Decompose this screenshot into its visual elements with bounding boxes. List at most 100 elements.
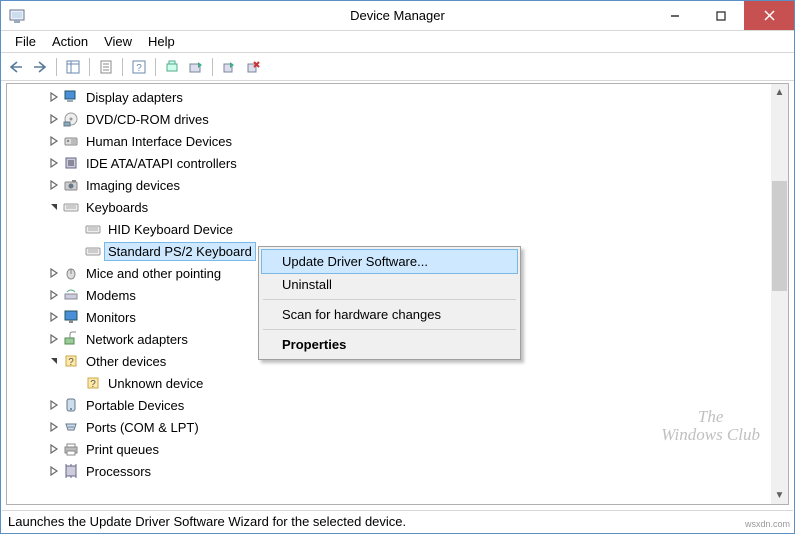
source-tag: wsxdn.com [745,519,790,529]
tree-item-label: DVD/CD-ROM drives [83,111,212,128]
toolbar: ? [1,53,794,81]
app-icon [9,8,25,24]
window: Device Manager File Action View Help ? D… [0,0,795,534]
disc-icon [63,111,79,127]
expander-icon[interactable] [47,398,61,412]
svg-text:?: ? [136,63,142,74]
status-text: Launches the Update Driver Software Wiza… [8,514,406,529]
vertical-scrollbar[interactable]: ▲ ▼ [771,84,788,504]
cpu-icon [63,463,79,479]
toolbar-separator [56,58,57,76]
back-button[interactable] [5,56,27,78]
ctx-scan-hardware[interactable]: Scan for hardware changes [262,303,517,326]
statusbar: Launches the Update Driver Software Wiza… [2,510,793,532]
expander-icon[interactable] [47,288,61,302]
monitor-icon [63,309,79,325]
tree-item-label: Modems [83,287,139,304]
expander-icon[interactable] [47,266,61,280]
tree-item-display-adapters[interactable]: Display adapters [7,86,771,108]
tree-item-kb-hid[interactable]: HID Keyboard Device [7,218,771,240]
tree-item-label: Unknown device [105,375,206,392]
window-controls [652,1,794,30]
tree-item-label: IDE ATA/ATAPI controllers [83,155,240,172]
mouse-icon [63,265,79,281]
show-hide-tree-button[interactable] [62,56,84,78]
printer-icon [63,441,79,457]
tree-item-label: Human Interface Devices [83,133,235,150]
tree-item-ide[interactable]: IDE ATA/ATAPI controllers [7,152,771,174]
close-button[interactable] [744,1,794,30]
expander-icon[interactable] [47,178,61,192]
chip-icon [63,155,79,171]
forward-button[interactable] [29,56,51,78]
tree-item-label: Network adapters [83,331,191,348]
tree-item-dvd-cd[interactable]: DVD/CD-ROM drives [7,108,771,130]
toolbar-separator [89,58,90,76]
tree-item-label: Imaging devices [83,177,183,194]
menu-action[interactable]: Action [44,32,96,51]
tree-item-processors[interactable]: Processors [7,460,771,482]
ctx-separator [263,299,516,300]
expander-none [69,244,83,258]
tree-item-label: Monitors [83,309,139,326]
maximize-button[interactable] [698,1,744,30]
camera-icon [63,177,79,193]
expander-icon[interactable] [47,332,61,346]
scroll-down-button[interactable]: ▼ [771,487,788,504]
ctx-uninstall[interactable]: Uninstall [262,273,517,296]
expander-none [69,222,83,236]
expander-icon[interactable] [47,310,61,324]
tree-item-label: Mice and other pointing [83,265,224,282]
tree-item-keyboards[interactable]: Keyboards [7,196,771,218]
expander-icon[interactable] [47,420,61,434]
ctx-properties[interactable]: Properties [262,333,517,356]
tree-item-unknown[interactable]: ?Unknown device [7,372,771,394]
tree-item-label: Processors [83,463,154,480]
enable-button[interactable] [218,56,240,78]
menubar: File Action View Help [1,31,794,53]
ctx-update-driver[interactable]: Update Driver Software... [262,250,517,273]
minimize-button[interactable] [652,1,698,30]
toolbar-separator [212,58,213,76]
tree-item-label: HID Keyboard Device [105,221,236,238]
port-icon [63,419,79,435]
expander-icon[interactable] [47,442,61,456]
toolbar-separator [122,58,123,76]
expander-icon[interactable] [47,134,61,148]
scan-hardware-button[interactable] [161,56,183,78]
update-driver-button[interactable] [185,56,207,78]
tree-item-ports[interactable]: Ports (COM & LPT) [7,416,771,438]
other-icon: ? [63,353,79,369]
uninstall-button[interactable] [242,56,264,78]
expander-icon[interactable] [47,112,61,126]
hid-icon [63,133,79,149]
context-menu: Update Driver Software... Uninstall Scan… [258,246,521,360]
tree-item-portable[interactable]: Portable Devices [7,394,771,416]
expander-icon[interactable] [47,464,61,478]
pc-icon [63,89,79,105]
keyboard-icon [85,221,101,237]
expander-icon[interactable] [47,90,61,104]
menu-help[interactable]: Help [140,32,183,51]
expander-none [69,376,83,390]
menu-file[interactable]: File [7,32,44,51]
tree-item-hid[interactable]: Human Interface Devices [7,130,771,152]
tree-item-imaging[interactable]: Imaging devices [7,174,771,196]
tree-item-label: Display adapters [83,89,186,106]
tree-item-label: Keyboards [83,199,151,216]
portable-icon [63,397,79,413]
menu-view[interactable]: View [96,32,140,51]
tree-item-label: Print queues [83,441,162,458]
expander-icon[interactable] [47,156,61,170]
expander-icon[interactable] [47,354,61,368]
tree-item-printq[interactable]: Print queues [7,438,771,460]
scroll-thumb[interactable] [772,181,787,291]
ctx-separator [263,329,516,330]
titlebar: Device Manager [1,1,794,31]
scroll-up-button[interactable]: ▲ [771,84,788,101]
tree-item-label: Ports (COM & LPT) [83,419,202,436]
help-button[interactable]: ? [128,56,150,78]
expander-icon[interactable] [47,200,61,214]
properties-button[interactable] [95,56,117,78]
scroll-track[interactable] [771,101,788,487]
